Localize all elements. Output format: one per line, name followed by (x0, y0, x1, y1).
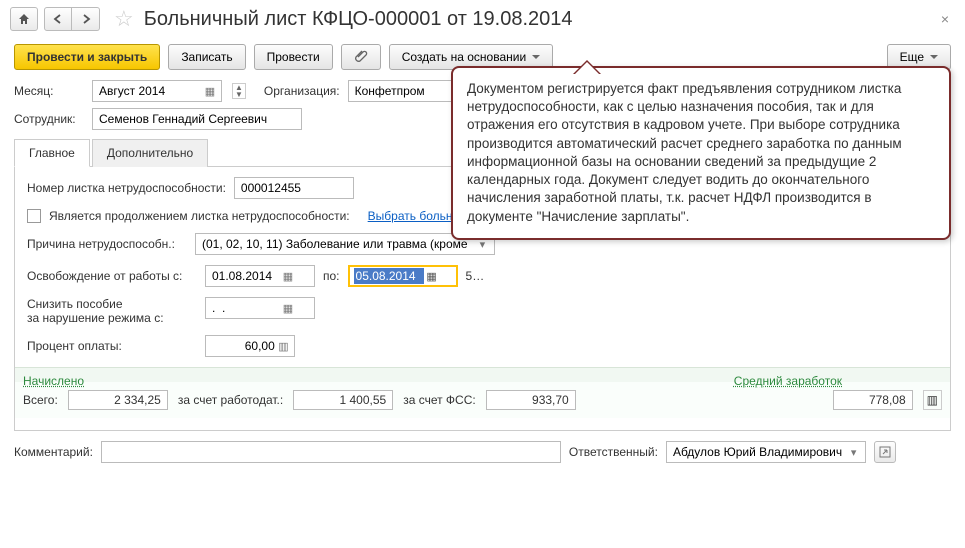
reduce-label-1: Снизить пособие (27, 297, 197, 311)
exempt-label: Освобождение от работы с: (27, 269, 197, 283)
reduce-date-input[interactable]: ▦ (205, 297, 315, 319)
days-value: 5… (466, 269, 485, 283)
document-title: Больничный лист КФЦО-000001 от 19.08.201… (144, 8, 929, 31)
accrued-link[interactable]: Начислено (23, 374, 84, 388)
org-label: Организация: (264, 84, 340, 98)
avg-earnings-link[interactable]: Средний заработок (734, 374, 842, 388)
forward-button[interactable] (72, 7, 100, 31)
home-button[interactable] (10, 7, 38, 31)
percent-label: Процент оплаты: (27, 339, 197, 353)
back-button[interactable] (44, 7, 72, 31)
post-and-close-button[interactable]: Провести и закрыть (14, 44, 160, 70)
favorite-star-icon[interactable]: ☆ (114, 6, 134, 32)
total-value: 2 334,25 (68, 390, 168, 410)
calc-icon[interactable]: ▥ (923, 390, 942, 410)
post-button[interactable]: Провести (254, 44, 333, 70)
sheet-no-label: Номер листка нетрудоспособности: (27, 181, 226, 195)
date-to-label: по: (323, 269, 340, 283)
callout-text: Документом регистрируется факт предъявле… (467, 81, 902, 224)
total-label: Всего: (23, 393, 58, 407)
month-label: Месяц: (14, 84, 84, 98)
avg-value: 778,08 (833, 390, 913, 410)
continuation-label: Является продолжением листка нетрудоспос… (49, 209, 350, 223)
calc-icon[interactable]: ▥ (277, 340, 290, 353)
reason-input[interactable]: ▾ (195, 233, 495, 255)
fss-label: за счет ФСС: (403, 393, 476, 407)
calendar-icon[interactable]: ▦ (203, 85, 217, 98)
employee-label: Сотрудник: (14, 112, 84, 126)
help-callout: Документом регистрируется факт предъявле… (451, 66, 951, 240)
sheet-no-input[interactable] (234, 177, 354, 199)
responsible-input[interactable]: ▾ (666, 441, 866, 463)
save-button[interactable]: Записать (168, 44, 245, 70)
open-button[interactable] (874, 441, 896, 463)
fss-value: 933,70 (486, 390, 576, 410)
close-button[interactable]: × (935, 11, 955, 27)
dropdown-icon[interactable]: ▾ (846, 446, 861, 459)
month-spinner[interactable]: ▲▼ (232, 83, 246, 99)
employee-input[interactable] (92, 108, 302, 130)
responsible-label: Ответственный: (569, 445, 658, 459)
month-input[interactable]: ▦ (92, 80, 222, 102)
date-to-input[interactable]: ▦ (348, 265, 458, 287)
reduce-label-2: за нарушение режима с: (27, 311, 197, 325)
calendar-icon[interactable]: ▦ (280, 270, 296, 283)
tab-main[interactable]: Главное (14, 139, 90, 167)
calendar-icon[interactable]: ▦ (280, 302, 296, 315)
employer-label: за счет работодат.: (178, 393, 283, 407)
org-input[interactable] (348, 80, 458, 102)
reason-label: Причина нетрудоспособн.: (27, 237, 187, 251)
tab-additional[interactable]: Дополнительно (92, 139, 208, 167)
employer-value: 1 400,55 (293, 390, 393, 410)
attachment-button[interactable] (341, 44, 381, 70)
calendar-icon[interactable]: ▦ (424, 270, 440, 283)
comment-input[interactable] (101, 441, 561, 463)
date-from-input[interactable]: ▦ (205, 265, 315, 287)
percent-input[interactable]: ▥ (205, 335, 295, 357)
continuation-checkbox[interactable] (27, 209, 41, 223)
comment-label: Комментарий: (14, 445, 93, 459)
